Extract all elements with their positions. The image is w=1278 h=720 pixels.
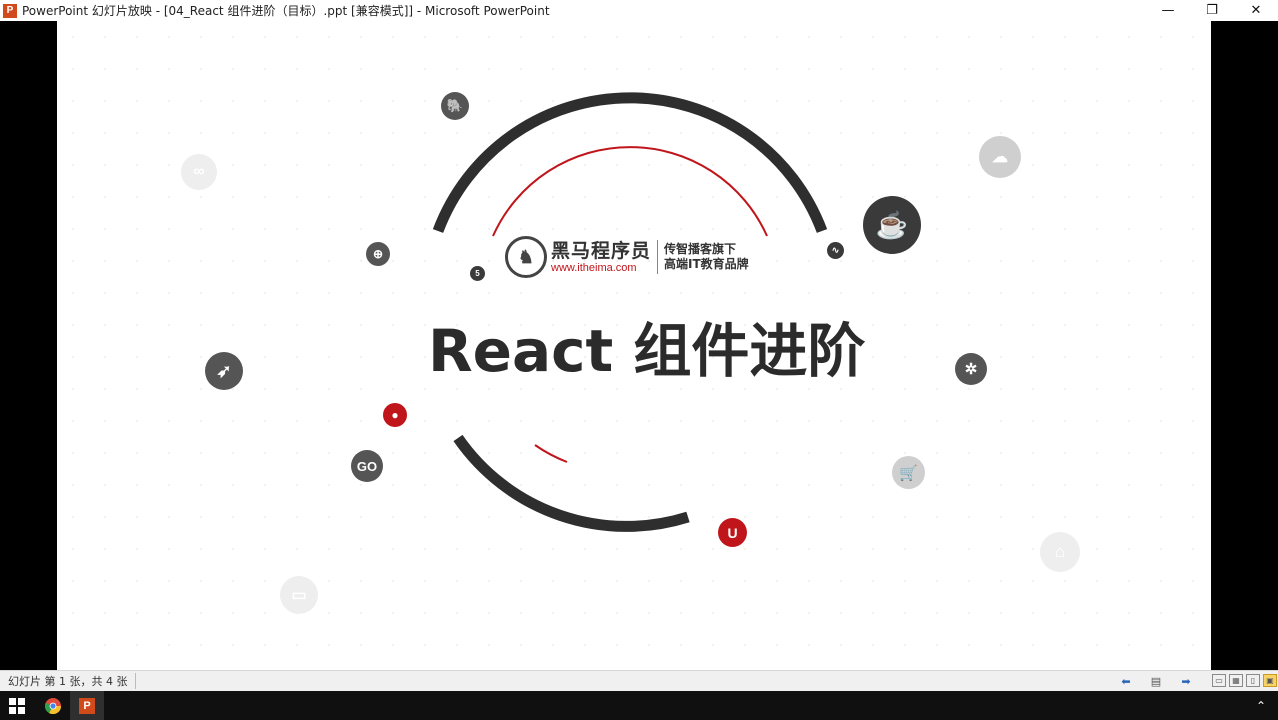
tray-chevron-up-icon[interactable]: ⌃ [1244,691,1278,720]
cart-icon: 🛒 [892,456,925,489]
itheima-logo: ♞ 黑马程序员 www.itheima.com 传智播客旗下 高端IT教育品牌 [505,236,749,278]
slideshow-area: 🐘 ⊕ 5 ➶ ● GO ☕ ∿ ✲ 🛒 U ☁ ∞ ▭ ⌂ ♞ 黑马程序员 w… [0,21,1278,670]
bug-icon: ✲ [955,353,987,385]
logo-divider [657,240,659,274]
logo-url: www.itheima.com [551,262,637,274]
close-button[interactable]: ✕ [1234,0,1278,21]
go-icon: GO [351,450,383,482]
infinity-icon: ∞ [181,154,217,190]
top-red-arc [492,146,768,237]
chrome-icon[interactable] [36,691,70,720]
browser-icon: ▭ [280,576,318,614]
user-icon: ● [383,403,407,427]
slide-counter: 幻灯片 第 1 张，共 4 张 [8,673,137,689]
python-icon: ∿ [827,242,844,259]
powerpoint-taskbar-icon[interactable]: P [70,691,104,720]
cloud-icon: ☁ [979,136,1021,178]
slide-title: React 组件进阶 [428,317,866,385]
window-title-bar: P PowerPoint 幻灯片放映 - [04_React 组件进阶（目标）.… [0,0,1278,21]
reading-view-icon[interactable]: ▯ [1246,674,1260,687]
previous-slide-icon[interactable]: ⬅ [1118,674,1134,688]
bottom-dark-arc [453,434,690,532]
logo-tagline-1: 传智播客旗下 [664,242,737,256]
normal-view-icon[interactable]: ▭ [1212,674,1226,687]
html5-icon: 5 [470,266,485,281]
elephant-icon: 🐘 [441,92,469,120]
slide-sorter-icon[interactable]: ▦ [1229,674,1243,687]
slideshow-view-icon[interactable]: ▣ [1263,674,1277,687]
windows-taskbar: P ⌃ [0,691,1278,720]
android-icon: ➶ [205,352,243,390]
next-slide-icon[interactable]: ➡ [1178,674,1194,688]
globe-icon: ⊕ [366,242,390,266]
powerpoint-app-icon[interactable]: P [3,3,17,18]
u-icon: U [718,518,747,547]
bottom-red-arc [534,444,568,463]
slide[interactable]: 🐘 ⊕ 5 ➶ ● GO ☕ ∿ ✲ 🛒 U ☁ ∞ ▭ ⌂ ♞ 黑马程序员 w… [57,21,1211,670]
minimize-button[interactable]: — [1146,0,1190,21]
logo-brand-name: 黑马程序员 [551,240,652,262]
window-title: PowerPoint 幻灯片放映 - [04_React 组件进阶（目标）.pp… [22,4,550,18]
store-icon: ⌂ [1040,532,1080,572]
logo-tagline-2: 高端IT教育品牌 [664,257,749,271]
windows-start-icon[interactable] [0,691,34,720]
status-bar: 幻灯片 第 1 张，共 4 张 ⬅ ▤ ➡ ▭ ▦ ▯ ▣ [0,670,1278,691]
notes-icon[interactable]: ▤ [1148,674,1164,688]
horse-logo-icon: ♞ [505,236,547,278]
top-dark-arc [432,92,828,233]
restore-button[interactable]: ❐ [1190,0,1234,21]
java-icon: ☕ [863,196,921,254]
